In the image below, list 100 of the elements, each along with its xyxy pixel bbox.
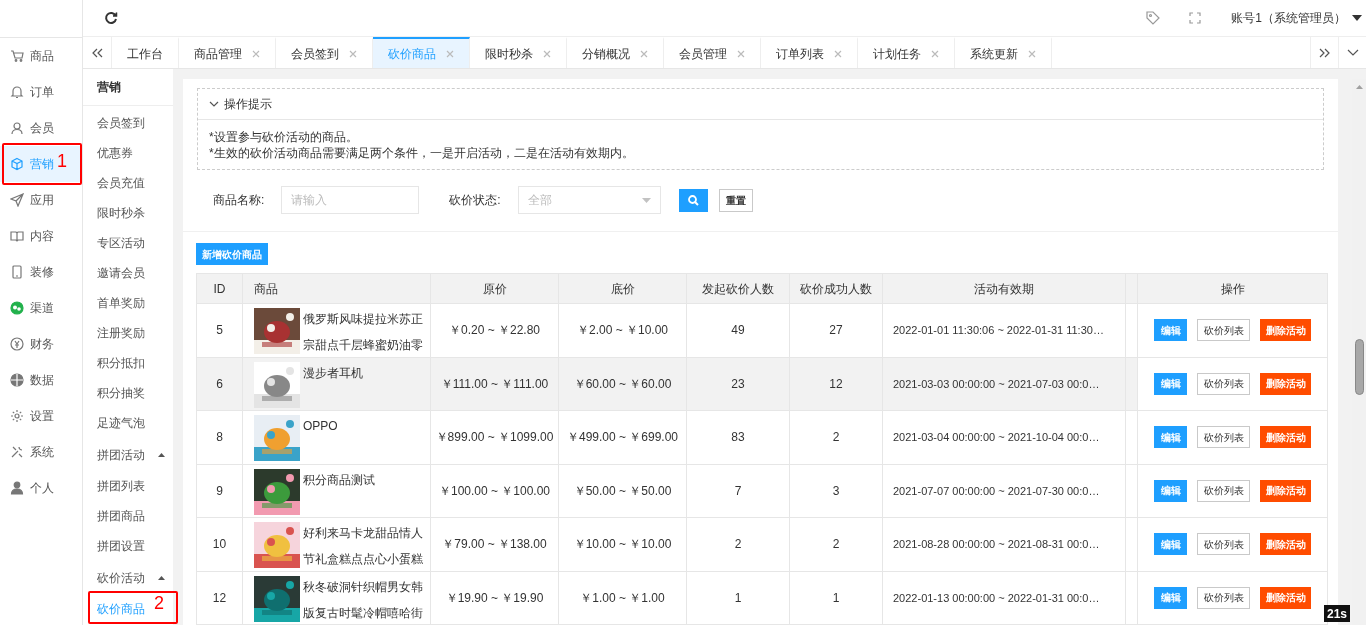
fullscreen-button[interactable] [1189,12,1202,24]
account-menu[interactable]: 账号1（系统管理员） [1231,9,1362,27]
submenu-item[interactable]: 拼团设置 [97,531,145,561]
chat-icon [10,301,24,315]
submenu-item[interactable]: 注册奖励 [97,318,145,348]
table-cell: 83 [687,411,790,465]
tip-text: *设置参与砍价活动的商品。 [209,129,359,145]
refresh-icon [104,11,118,25]
close-icon [737,49,745,58]
close-button[interactable] [737,49,745,58]
product-name: 秋冬破洞针织帽男女韩版复古时髦冷帽嘻哈街 [303,578,424,622]
table-cell: 2021-03-04 00:00:00 ~ 2021-10-04 00:0… [883,411,1126,465]
table-cell: 2 [687,518,790,572]
close-button[interactable] [834,49,842,58]
chevron-down-icon [1346,49,1359,56]
sidebar-item[interactable]: 财务 [0,326,82,362]
reset-button[interactable]: 重置 [718,188,753,212]
tab[interactable]: 计划任务 [858,37,955,68]
yen-icon [10,337,24,351]
submenu-item[interactable]: 拼团商品 [97,501,145,531]
list-button[interactable]: 砍价列表 [1197,586,1250,609]
table-cell: ￥1.00 ~ ￥1.00 [559,571,687,625]
tab[interactable]: 商品管理 [179,37,276,68]
sidebar-item[interactable]: 应用 [0,182,82,218]
search-button[interactable] [678,188,708,212]
submenu-item[interactable]: 积分抵扣 [97,348,145,378]
cube-icon [10,157,24,171]
submenu-item[interactable]: 首单奖励 [97,288,145,318]
submenu-item[interactable]: 拼团列表 [97,471,145,501]
table-cell: 2021-08-28 00:00:00 ~ 2021-08-31 00:0… [883,518,1126,572]
submenu-item[interactable]: 专区活动 [97,228,145,258]
submenu-group[interactable]: 拼团活动 [83,438,173,471]
submenu-item[interactable]: 会员签到 [97,108,145,138]
tab[interactable]: 会员管理 [664,37,761,68]
submenu-item[interactable]: 足迹气泡 [97,408,145,438]
close-icon [640,49,648,58]
close-button[interactable] [349,49,357,58]
table-cell: ￥499.00 ~ ￥699.00 [559,411,687,465]
submenu-item[interactable]: 邀请会员 [97,258,145,288]
list-button[interactable]: 砍价列表 [1197,319,1250,342]
table-cell: 1 [790,571,883,625]
group-label: 拼团活动 [97,446,145,464]
tab[interactable]: 分销概况 [567,37,664,68]
tab[interactable]: 系统更新 [955,37,1052,68]
list-button[interactable]: 砍价列表 [1197,533,1250,556]
table-cell: ￥19.90 ~ ￥19.90 [431,571,559,625]
table-cell: 1 [687,571,790,625]
table-cell: 10 [197,518,243,572]
table-cell: ￥79.00 ~ ￥138.00 [431,518,559,572]
phone-icon [10,265,24,279]
product-name: 积分商品测试 [303,471,376,489]
table-cell: 27 [790,304,883,358]
caret-icon [641,197,651,203]
cart-icon [10,49,24,63]
close-button[interactable] [252,49,260,58]
close-button[interactable] [640,49,648,58]
submenu-item[interactable]: 优惠券 [97,138,133,168]
submenu-item[interactable]: 限时秒杀 [97,198,145,228]
product-name: 俄罗斯风味提拉米苏正宗甜点千层蜂蜜奶油零 [303,311,424,354]
scrollbar-thumb[interactable] [1354,339,1364,395]
sidebar-item[interactable]: 数据 [0,362,82,398]
close-button[interactable] [543,49,551,58]
close-icon [931,49,939,58]
table-cell: 8 [197,411,243,465]
sidebar-item[interactable]: 装修 [0,254,82,290]
list-button[interactable]: 砍价列表 [1197,426,1250,449]
sidebar-item[interactable]: 系统 [0,434,82,470]
wrench-icon [10,445,24,459]
refresh-button[interactable] [103,10,119,26]
close-button[interactable] [931,49,939,58]
sidebar-item[interactable]: 订单 [0,74,82,110]
table-cell: ￥2.00 ~ ￥10.00 [559,304,687,358]
sidebar-item[interactable]: 个人 [0,470,82,506]
table-cell: 2 [790,411,883,465]
name-input-field[interactable]: 请输入 [281,186,420,215]
person-icon [10,481,24,495]
list-button[interactable]: 砍价列表 [1197,479,1250,502]
annotation-number: 2 [154,594,164,612]
submenu-item[interactable]: 会员充值 [97,168,145,198]
close-button[interactable] [446,49,454,58]
tips-header[interactable]: 操作提示 [198,89,1323,120]
sidebar-item[interactable]: 会员 [0,110,82,146]
sidebar-item[interactable]: 内容 [0,218,82,254]
tab[interactable]: 限时秒杀 [470,37,567,68]
close-icon [446,49,454,58]
annotation-number: 1 [57,152,67,170]
list-button[interactable]: 砍价列表 [1197,372,1250,395]
tab[interactable]: 订单列表 [761,37,858,68]
submenu-group[interactable]: 砍价活动 [83,561,173,594]
tab[interactable]: 工作台 [112,37,179,68]
sidebar-item[interactable]: 商品 [0,38,82,74]
globe-icon [10,373,24,387]
tag-button[interactable] [1146,11,1161,25]
sidebar-item[interactable]: 设置 [0,398,82,434]
table-cell: 2 [790,518,883,572]
close-button[interactable] [1028,49,1036,58]
gear-icon [10,409,24,423]
submenu-item[interactable]: 积分抽奖 [97,378,145,408]
sidebar-item[interactable]: 渠道 [0,290,82,326]
fullscreen-icon [1189,12,1202,24]
